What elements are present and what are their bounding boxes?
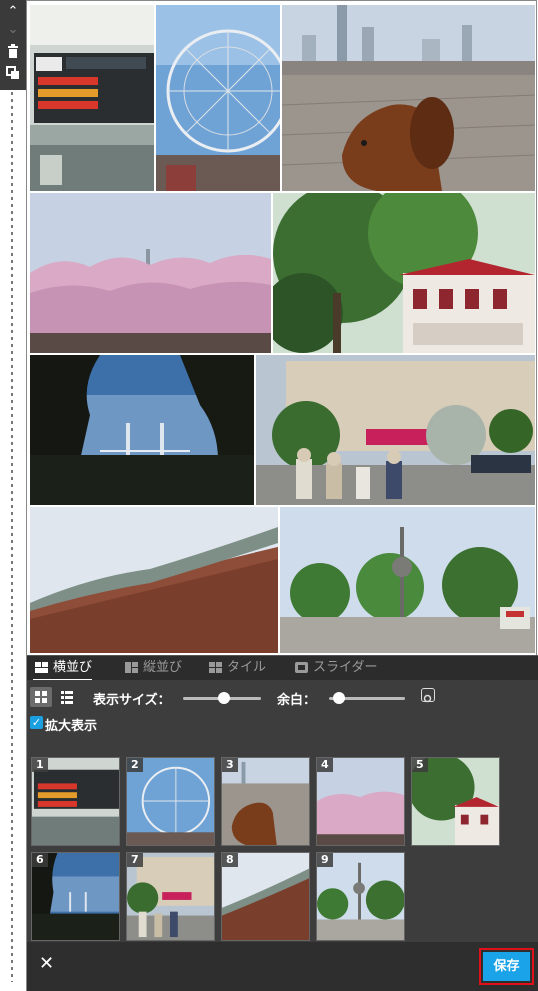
chevron-up-icon[interactable]: ⌃ [4, 4, 22, 20]
thumbnail-number: 6 [32, 853, 48, 867]
list-view-button[interactable] [56, 687, 78, 707]
display-size-knob[interactable] [218, 692, 230, 704]
close-button[interactable]: ✕ [39, 953, 54, 974]
grid-tile-icon [209, 662, 222, 673]
slider-icon [295, 662, 308, 673]
thumbnail-station-sign[interactable]: 1 [31, 757, 120, 846]
preview-photo-park-monument[interactable] [280, 507, 535, 653]
tab-label: 縦並び [143, 660, 183, 675]
layout-tabs: 横並び 縦並び タイル スライダー [27, 655, 538, 681]
zoom-checkbox[interactable]: ✓ [30, 716, 43, 729]
grid-vertical-icon [125, 662, 138, 673]
thumbnail-number: 2 [127, 758, 143, 772]
tab-vertical[interactable]: 縦並び [123, 656, 182, 681]
preview-photo-station-sign[interactable] [30, 5, 154, 191]
grid-icon [35, 691, 47, 703]
preview-photo-building-trees[interactable] [273, 193, 535, 353]
rail-toolbar: ⌃ ⌄ [0, 0, 26, 90]
thumbnail-number: 3 [222, 758, 238, 772]
display-size-label: 表示サイズ： [93, 693, 171, 708]
thumbnail-number: 9 [317, 853, 333, 867]
preview-photo-ferris-wheel[interactable] [156, 5, 280, 191]
zoom-label: 拡大表示 [45, 719, 98, 734]
tab-horizontal[interactable]: 横並び [33, 656, 93, 681]
editor-footer: ✕ 保存 [27, 942, 538, 991]
thumbnail-building-trees[interactable]: 5 [411, 757, 500, 846]
trash-icon[interactable] [4, 44, 22, 60]
preview-photo-street-people[interactable] [256, 355, 535, 505]
margin-knob[interactable] [333, 692, 345, 704]
thumbnail-cherry-blossoms[interactable]: 4 [316, 757, 405, 846]
preview-photo-wall-sculpture[interactable] [30, 507, 278, 653]
thumbnail-number: 7 [127, 853, 143, 867]
grid-horizontal-icon [35, 662, 48, 673]
tab-tile[interactable]: タイル [207, 656, 266, 681]
rail-guide [11, 92, 13, 982]
thumbnail-number: 5 [412, 758, 428, 772]
tab-label: スライダー [313, 660, 378, 675]
help-icon[interactable] [421, 688, 435, 703]
list-icon [61, 691, 73, 704]
save-highlight: 保存 [479, 948, 534, 985]
gallery-preview [30, 5, 535, 653]
thumbnail-number: 4 [317, 758, 333, 772]
grid-view-button[interactable] [30, 687, 52, 707]
chevron-down-icon[interactable]: ⌄ [4, 22, 22, 38]
thumbnail-street-people[interactable]: 7 [126, 852, 215, 941]
save-button[interactable]: 保存 [483, 952, 530, 981]
gallery-editor: 横並び 縦並び タイル スライダー 表示サイズ： 余白： ✓ 拡大表示 1 2 … [26, 0, 538, 991]
thumbnail-wall-sculpture[interactable]: 8 [221, 852, 310, 941]
preview-photo-cherry-blossoms[interactable] [30, 193, 271, 353]
thumbnail-dog-skyline[interactable]: 3 [221, 757, 310, 846]
side-rail: ⌃ ⌄ [0, 0, 26, 991]
tab-slider[interactable]: スライダー [293, 656, 377, 681]
thumbnail-bridge-silhouette[interactable]: 6 [31, 852, 120, 941]
thumbnail-number: 1 [32, 758, 48, 772]
thumbnail-ferris-wheel[interactable]: 2 [126, 757, 215, 846]
copy-icon[interactable] [4, 66, 22, 82]
preview-photo-bridge-silhouette[interactable] [30, 355, 254, 505]
gallery-settings: 表示サイズ： 余白： ✓ 拡大表示 1 2 3 4 5 6 7 8 9 [27, 680, 538, 942]
thumbnail-park-monument[interactable]: 9 [316, 852, 405, 941]
preview-photo-dog-skyline[interactable] [282, 5, 535, 191]
tab-label: 横並び [53, 660, 93, 675]
thumbnail-number: 8 [222, 853, 238, 867]
margin-label: 余白： [277, 693, 317, 708]
tab-label: タイル [227, 660, 267, 675]
